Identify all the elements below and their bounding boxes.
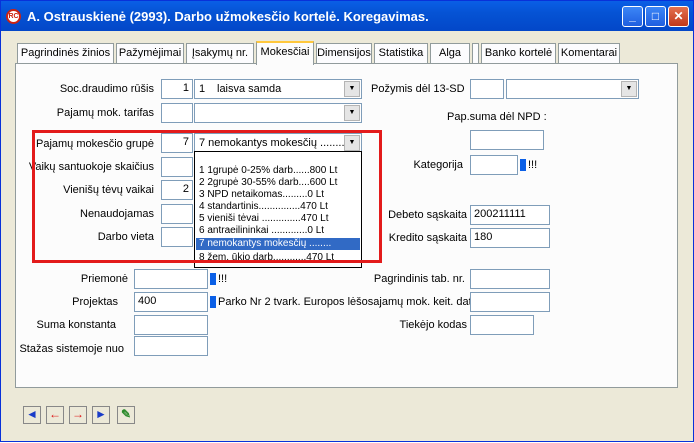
dropdown-option[interactable]: 5 vieniši tėvai ..............470 Lt [196,213,360,225]
kredito-field[interactable]: 180 [470,228,550,248]
tiekejo-kodas-field[interactable] [470,315,534,335]
nenaudojamas-label: Nenaudojamas [80,208,154,220]
pagr-tab-nr-field[interactable] [470,269,550,289]
kategorija-field[interactable] [470,155,518,175]
soc-draudimo-combo[interactable]: 1 laisva samda ▼ [194,79,362,99]
tiekejo-kodas-label: Tiekėjo kodas [399,319,467,331]
pajamu-tarifas-combo[interactable]: ▼ [194,103,362,123]
pajamu-grupe-label: Pajamų mokesčio grupė [35,138,154,150]
pap-suma-field[interactable] [470,130,544,150]
stazas-label: Stažas sistemoje nuo [19,343,124,355]
pajamu-grupe-combo[interactable]: 7 nemokantys mokesčių ........ ▼ [194,133,362,153]
soc-draudimo-num-field[interactable]: 1 [161,79,193,99]
kategorija-lookup-button[interactable] [520,159,526,171]
chevron-down-icon[interactable]: ▼ [344,135,360,151]
pagr-tab-nr-label: Pagrindinis tab. nr. [373,273,465,285]
kategorija-label: Kategorija [413,159,463,171]
suma-konstanta-label: Suma konstanta [36,319,117,331]
vienisu-field[interactable]: 2 [161,180,193,200]
priemone-field[interactable] [134,269,208,289]
main-window: RC A. Ostrauskienė (2993). Darbo užmokes… [0,0,694,442]
chevron-down-icon[interactable]: ▼ [621,81,637,97]
projektas-description: Parko Nr 2 tvark. Europos lėšosajamų mok… [218,296,478,308]
darbo-vieta-field[interactable] [161,227,193,247]
kredito-label: Kredito sąskaita [388,232,467,244]
dropdown-option[interactable]: 4 standartinis...............470 Lt [196,201,360,213]
priemone-marks: !!! [218,273,228,285]
dropdown-option[interactable]: 6 antraeilininkai .............0 Lt [196,225,360,237]
vienisu-label: Vienišų tėvų vaikai [63,184,154,196]
kategorija-marks: !!! [528,159,538,171]
dropdown-option[interactable]: 3 NPD netaikomas.........0 Lt [196,189,360,201]
pozymis-label: Požymis dėl 13-SD [371,83,465,95]
chevron-down-icon[interactable]: ▼ [344,81,360,97]
pozymis-combo[interactable]: ▼ [506,79,639,99]
soc-draudimo-code: 1 [199,83,206,95]
priemone-lookup-button[interactable] [210,273,216,285]
keit-data-field[interactable] [470,292,550,312]
projektas-lookup-button[interactable] [210,296,216,308]
pozymis-field[interactable] [470,79,504,99]
suma-konstanta-field[interactable] [134,315,208,335]
dropdown-option[interactable]: 2 2grupė 30-55% darb....600 Lt [196,177,360,189]
chevron-down-icon[interactable]: ▼ [344,105,360,121]
stazas-field[interactable] [134,336,208,356]
vaiku-skaicius-label: Vaikų santuokoje skaičius [28,161,154,173]
nenaudojamas-field[interactable] [161,204,193,224]
dropdown-option[interactable]: 8 žem. ūkio darb............470 Lt [196,252,360,264]
priemone-label: Priemonė [80,273,128,285]
dropdown-option[interactable]: 1 1grupė 0-25% darb......800 Lt [196,165,360,177]
projektas-field[interactable]: 400 [134,292,208,312]
dropdown-option-selected[interactable]: 7 nemokantys mokesčių ........ [196,238,360,250]
pajamu-grupe-value: 7 nemokantys mokesčių ........ [199,137,345,149]
pajamu-grupe-num-field[interactable]: 7 [161,133,193,153]
debeto-field[interactable]: 200211111 [470,205,550,225]
vaiku-skaicius-field[interactable] [161,157,193,177]
darbo-vieta-label: Darbo vieta [97,231,154,243]
pap-suma-label: Pap.suma dėl NPD : [447,111,547,123]
projektas-label: Projektas [72,296,118,308]
soc-draudimo-label: Soc.draudimo rūšis [59,83,154,95]
pajamu-grupe-dropdown-list[interactable]: 1 1grupė 0-25% darb......800 Lt 2 2grupė… [194,151,362,268]
soc-draudimo-text: laisva samda [217,83,282,95]
pajamu-tarifas-label: Pajamų mok. tarifas [56,107,154,119]
pajamu-tarifas-field[interactable] [161,103,193,123]
debeto-label: Debeto sąskaita [388,209,467,221]
